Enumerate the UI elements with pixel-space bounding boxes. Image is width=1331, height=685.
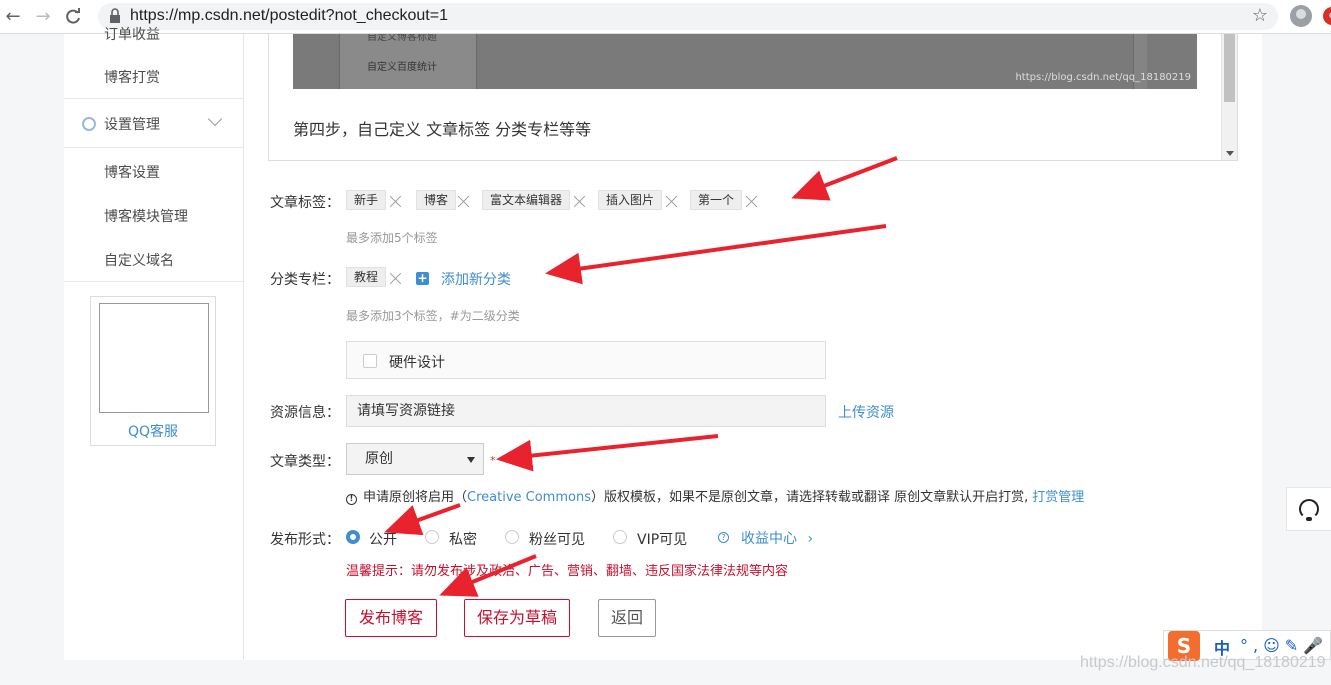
scroll-down-arrow-icon[interactable] [1226,151,1234,156]
scrollbar-thumb[interactable] [1224,34,1235,102]
browser-toolbar: ← → https://mp.csdn.net/postedit?not_che… [0,0,1331,34]
qq-service-card[interactable]: QQ客服 [90,296,216,446]
category-checkbox[interactable] [363,354,377,368]
tag-chip: 富文本编辑器 [482,190,571,210]
customer-service-float[interactable] [1286,487,1331,531]
dropdown-arrow-icon [467,457,475,463]
headset-mic [1306,517,1312,521]
screenshot-text: 自定义百度统计 [367,62,437,73]
sidebar-item-blog-settings[interactable]: 博客设置 [104,162,160,182]
sidebar-item-custom-domain[interactable]: 自定义域名 [104,250,174,270]
creative-commons-link[interactable]: Creative Commons [467,490,591,505]
category-option-label: 硬件设计 [389,355,445,371]
category-label: 分类专栏： [270,272,340,288]
radio-private[interactable] [425,530,439,544]
resource-label: 资源信息： [270,405,340,421]
plus-icon[interactable]: + [416,272,429,285]
tag-chip: 新手 [346,190,387,210]
gear-icon [82,117,96,131]
sidebar-divider [64,98,243,99]
close-icon[interactable] [574,195,586,207]
main-panel: 自定义博客标题 自定义百度统计 https://blog.csdn.net/qq… [244,34,1262,660]
profile-avatar-icon[interactable] [1290,5,1312,27]
close-icon[interactable] [390,272,402,284]
tags-label: 文章标签： [270,195,340,211]
article-type-value: 原创 [365,451,393,467]
page-watermark: https://blog.csdn.net/qq_18180219 [1080,654,1326,671]
radio-label-fans: 粉丝可见 [529,532,585,548]
category-chip: 教程 [346,267,387,287]
article-type-label: 文章类型： [270,454,340,470]
chevron-right-icon: › [807,531,814,547]
tag-chip: 第一个 [690,190,743,210]
resource-link-input[interactable]: 请填写资源链接 [346,395,826,427]
info-icon: ! [346,494,357,505]
back-arrow-icon[interactable]: ← [2,6,24,28]
radio-label-vip: VIP可见 [637,532,688,548]
headset-icon [1299,499,1319,519]
sidebar-divider [64,281,243,282]
sidebar-section-label: 设置管理 [104,117,160,133]
sidebar-section-settings[interactable]: 设置管理 [82,114,160,134]
publish-button[interactable]: 发布博客 [345,599,437,637]
required-mark: * [490,454,496,467]
forward-arrow-icon[interactable]: → [32,6,54,28]
lock-icon [110,8,120,23]
screenshot-text: 自定义博客标题 [367,34,437,43]
url-text: https://mp.csdn.net/postedit?not_checkou… [130,7,448,24]
close-icon[interactable] [666,195,678,207]
qq-service-label[interactable]: QQ客服 [91,421,215,441]
radio-label-public: 公开 [369,532,397,548]
tags-hint: 最多添加5个标签 [346,231,438,245]
sidebar-item-module-manage[interactable]: 博客模块管理 [104,206,188,226]
warning-notice: 温馨提示：请勿发布涉及政治、广告、营销、翻墙、违反国家法律法规等内容 [346,564,789,579]
article-type-select[interactable]: 原创 [346,443,484,475]
ime-tool-icons[interactable]: °,☺✎🎤 [1240,636,1328,655]
income-center-link[interactable]: 收益中心 › [741,528,813,548]
sidebar-divider [64,147,243,148]
income-center-label: 收益中心 [741,531,797,547]
tag-chip: 插入图片 [598,190,663,210]
upload-resource-link[interactable]: 上传资源 [838,402,894,422]
bookmark-star-icon[interactable]: ☆ [1252,4,1268,28]
qq-qrcode-image [99,303,209,413]
screenshot-watermark: https://blog.csdn.net/qq_18180219 [1015,72,1191,83]
cc-text: 申请原创将启用（ [363,490,468,505]
radio-public[interactable] [346,530,360,544]
radio-fans[interactable] [505,530,519,544]
sidebar-item-partial[interactable]: 订单收益 [104,24,160,44]
tag-chip: 博客 [416,190,457,210]
creative-commons-notice: ! 申请原创将启用（Creative Commons）版权模板，如果不是原创文章，… [346,486,1084,505]
close-icon[interactable] [458,195,470,207]
embedded-screenshot-image: 自定义博客标题 自定义百度统计 https://blog.csdn.net/qq… [293,34,1197,89]
radio-vip[interactable] [613,530,627,544]
publish-form-label: 发布形式： [270,532,340,548]
editor-paragraph[interactable]: 第四步，自己定义 文章标签 分类专栏等等 [293,116,591,140]
sidebar-item-reward[interactable]: 博客打赏 [104,67,160,87]
radio-label-private: 私密 [449,532,477,548]
rich-text-editor[interactable]: 自定义博客标题 自定义百度统计 https://blog.csdn.net/qq… [268,34,1238,161]
close-icon[interactable] [390,195,402,207]
chevron-down-icon[interactable] [207,111,223,127]
category-hint: 最多添加3个标签，#为二级分类 [346,309,520,323]
add-category-link[interactable]: 添加新分类 [441,269,511,289]
editor-scrollbar[interactable] [1221,34,1237,160]
save-draft-button[interactable]: 保存为草稿 [464,599,570,637]
address-bar[interactable]: https://mp.csdn.net/postedit?not_checkou… [98,3,1278,30]
back-button[interactable]: 返回 [598,599,656,637]
reward-manage-link[interactable]: 打赏管理 [1032,490,1084,505]
help-icon[interactable]: ? [718,532,729,543]
reload-icon[interactable] [62,6,84,28]
category-options-box: 硬件设计 [346,341,826,379]
close-icon[interactable] [746,195,758,207]
cc-text: ）版权模板，如果不是原创文章，请选择转载或翻译 原创文章默认开启打赏, [590,490,1029,505]
extension-badge-icon[interactable]: e [1323,7,1331,25]
sidebar: 订单收益 博客打赏 设置管理 博客设置 博客模块管理 自定义域名 QQ客服 [64,27,244,660]
